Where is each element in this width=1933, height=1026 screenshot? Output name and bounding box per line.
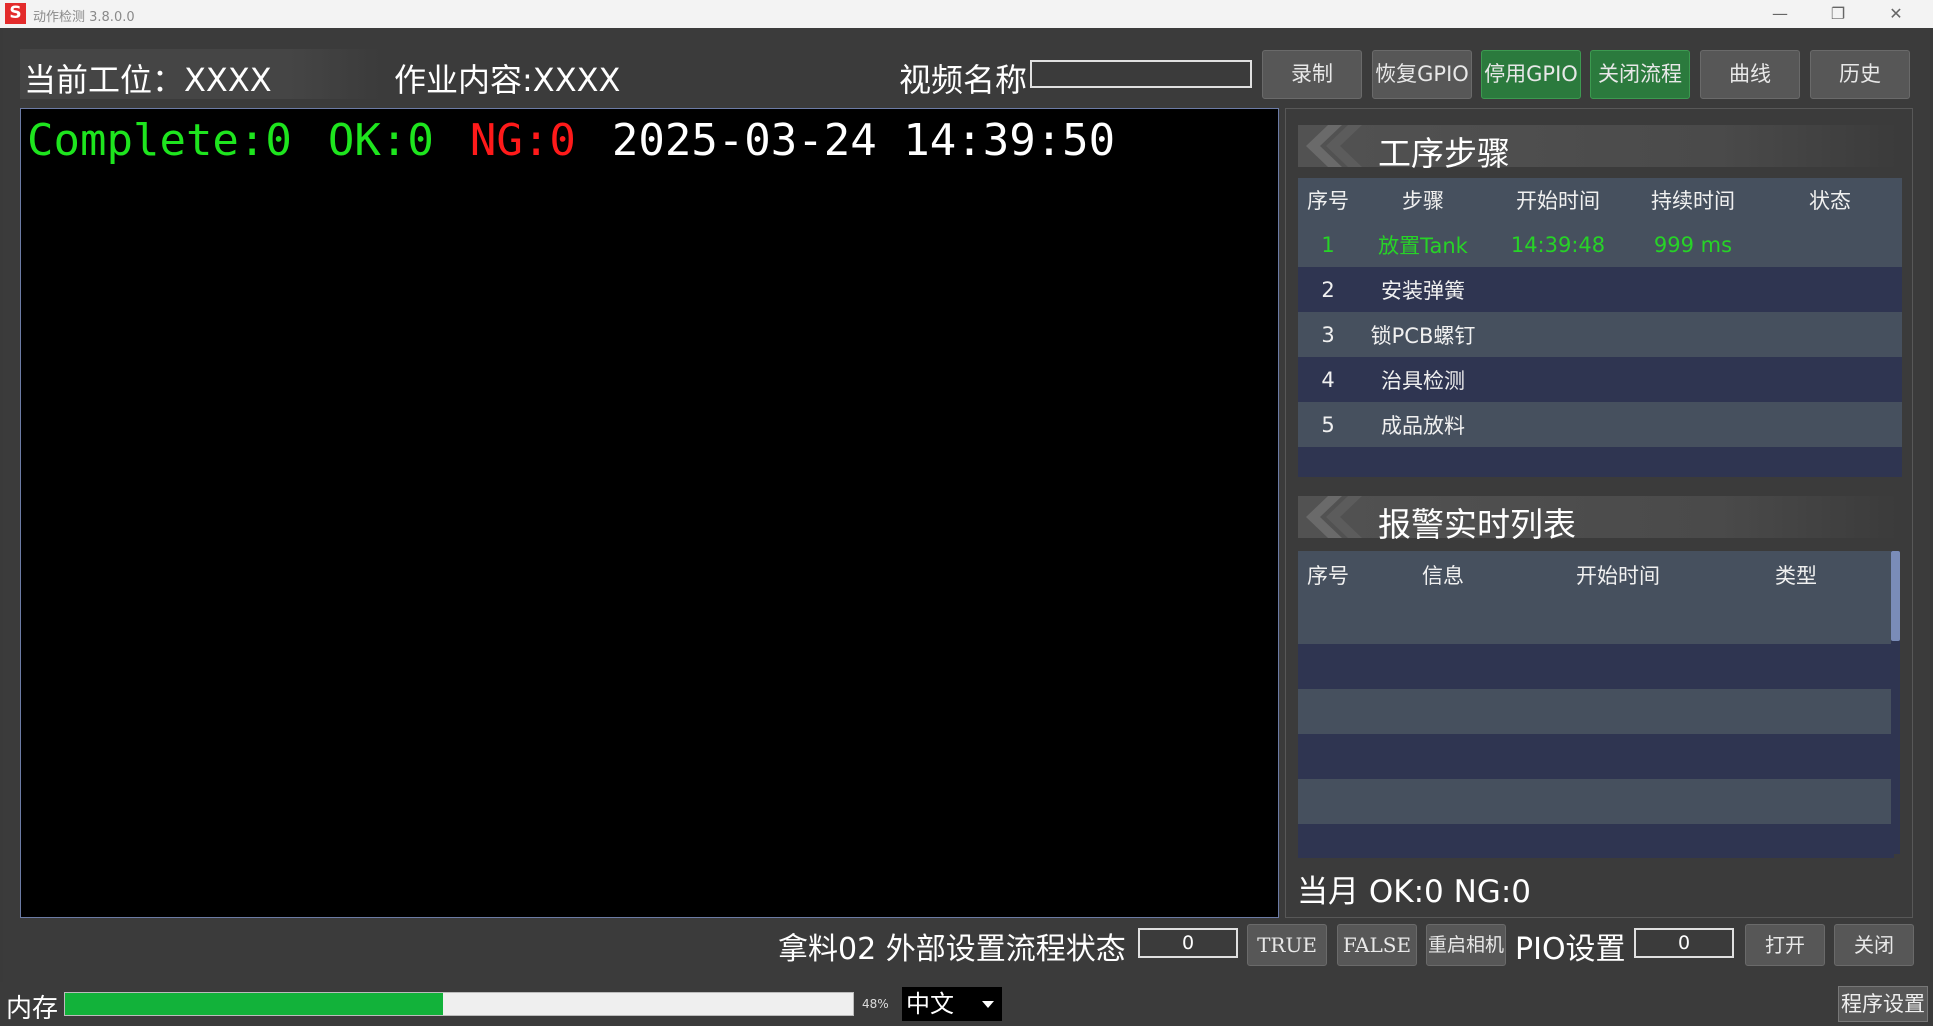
language-select[interactable]: 中文: [902, 987, 1002, 1021]
pio-settings-label: PIO设置: [1515, 932, 1626, 967]
station-label: 当前工位：XXXX: [24, 61, 272, 99]
table-row[interactable]: 3 锁PCB螺钉: [1298, 312, 1902, 357]
history-button[interactable]: 历史: [1810, 50, 1910, 99]
restore-button[interactable]: ❐: [1815, 0, 1861, 28]
close-button[interactable]: 关闭: [1834, 924, 1914, 966]
alarm-row: [1298, 734, 1894, 779]
close-flow-button[interactable]: 关闭流程: [1590, 50, 1690, 99]
col-no: 序号: [1307, 564, 1349, 588]
table-row[interactable]: 1 放置Tank 14:39:48 999 ms: [1298, 222, 1902, 267]
table-row[interactable]: 2 安装弹簧: [1298, 267, 1902, 312]
current-datetime: 2025-03-24 14:39:50: [611, 115, 1116, 166]
alarm-row: [1298, 644, 1894, 689]
dropdown-arrow-icon: [982, 1001, 994, 1008]
close-window-button[interactable]: ✕: [1873, 0, 1919, 28]
restore-gpio-button[interactable]: 恢复GPIO: [1372, 50, 1472, 99]
video-name-label: 视频名称: [899, 61, 1028, 99]
chevron-left-icon: [1306, 496, 1362, 538]
alarm-row: [1298, 689, 1894, 734]
alarm-table[interactable]: 序号 信息 开始时间 类型: [1298, 551, 1894, 858]
memory-progress-fill: [65, 993, 444, 1015]
status-bar: 内存 48% 中文 程序设置: [0, 982, 1933, 1026]
col-duration: 持续时间: [1651, 189, 1735, 213]
language-value: 中文: [906, 990, 954, 1018]
ng-count: NG:0: [469, 115, 576, 166]
video-view[interactable]: Complete:0 OK:0 NG:0 2025-03-24 14:39:50: [20, 108, 1279, 918]
alarm-table-header: 序号 信息 开始时间 类型: [1298, 551, 1894, 599]
true-button[interactable]: TRUE: [1247, 924, 1327, 966]
record-button[interactable]: 录制: [1262, 50, 1362, 99]
program-settings-button[interactable]: 程序设置: [1838, 986, 1928, 1022]
job-label: 作业内容:XXXX: [394, 61, 621, 99]
steps-header: 工序步骤: [1298, 121, 1898, 173]
alarm-row: [1298, 599, 1894, 644]
col-start: 开始时间: [1576, 564, 1660, 588]
steps-table: 序号 步骤 开始时间 持续时间 状态 1 放置Tank 14:39:48 999…: [1298, 178, 1902, 477]
alarm-row: [1298, 779, 1894, 824]
memory-percent: 48%: [862, 997, 889, 1011]
pio-input[interactable]: 0: [1634, 928, 1734, 958]
table-row[interactable]: 4 治具检测: [1298, 357, 1902, 402]
video-name-input[interactable]: [1030, 60, 1252, 88]
flow-state-input[interactable]: 0: [1138, 928, 1238, 958]
col-step: 步骤: [1402, 189, 1444, 213]
disable-gpio-button[interactable]: 停用GPIO: [1481, 50, 1581, 99]
month-summary: 当月 OK:0 NG:0: [1297, 874, 1531, 910]
window-title: 动作检测 3.8.0.0: [33, 10, 135, 25]
curve-button[interactable]: 曲线: [1700, 50, 1800, 99]
ok-count: OK:0: [327, 115, 434, 166]
alarm-scrollbar[interactable]: [1891, 551, 1900, 854]
right-panel: 工序步骤 序号 步骤 开始时间 持续时间 状态 1 放置Tank 14:39:4…: [1285, 108, 1913, 918]
restart-camera-button[interactable]: 重启相机: [1426, 924, 1506, 966]
chevron-left-icon: [1306, 125, 1362, 167]
table-filler: [1298, 447, 1902, 477]
col-start: 开始时间: [1516, 189, 1600, 213]
table-row[interactable]: 5 成品放料: [1298, 402, 1902, 447]
flow-state-label: 拿料02 外部设置流程状态: [778, 932, 1126, 967]
col-type: 类型: [1775, 564, 1817, 588]
app-logo-icon: S: [5, 3, 26, 24]
col-info: 信息: [1422, 564, 1464, 588]
memory-label: 内存: [6, 994, 59, 1024]
memory-progress-bar: [64, 992, 854, 1016]
false-button[interactable]: FALSE: [1337, 924, 1417, 966]
complete-count: Complete:0: [27, 115, 292, 166]
minimize-button[interactable]: —: [1757, 0, 1803, 28]
title-bar: S 动作检测 3.8.0.0 — ❐ ✕: [0, 0, 1933, 28]
scrollbar-thumb[interactable]: [1891, 551, 1900, 641]
steps-table-header: 序号 步骤 开始时间 持续时间 状态: [1298, 178, 1902, 222]
alarm-row: [1298, 824, 1894, 858]
stats-overlay: Complete:0 OK:0 NG:0 2025-03-24 14:39:50: [27, 115, 1151, 166]
col-no: 序号: [1307, 189, 1349, 213]
open-button[interactable]: 打开: [1745, 924, 1825, 966]
steps-title: 工序步骤: [1378, 134, 1510, 173]
col-status: 状态: [1809, 189, 1851, 213]
alarm-title: 报警实时列表: [1378, 505, 1576, 544]
alarm-header: 报警实时列表: [1298, 492, 1898, 544]
